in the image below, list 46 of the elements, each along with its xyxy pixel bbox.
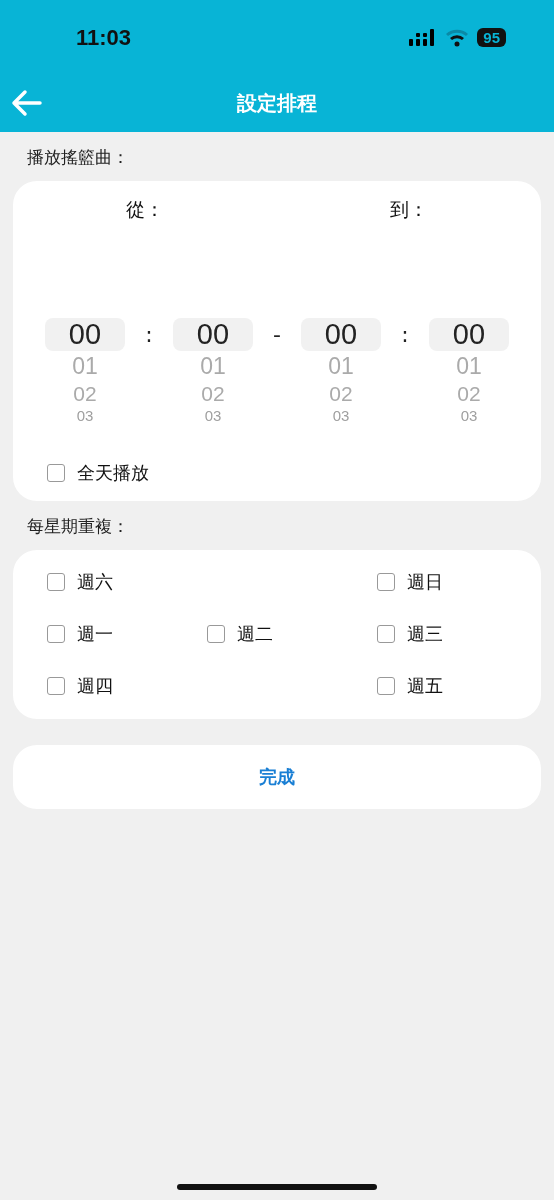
checkbox[interactable] [377,573,395,591]
time-option[interactable]: 02 [45,381,125,407]
time-option[interactable]: 03 [173,407,253,425]
weekday-checkbox-row[interactable]: 週日 [377,570,507,594]
time-option[interactable]: 02 [301,381,381,407]
weekday-checkbox-row[interactable]: 週六 [47,570,207,594]
checkbox[interactable] [207,625,225,643]
checkbox[interactable] [47,464,65,482]
time-option[interactable]: 00 [301,318,381,351]
checkbox[interactable] [377,625,395,643]
weekday-checkbox-row[interactable]: 週二 [207,622,377,646]
weekday-checkbox-row[interactable]: 週一 [47,622,207,646]
time-option[interactable]: 01 [173,351,253,381]
time-separator: : [400,321,410,349]
page-title: 設定排程 [237,90,317,117]
checkbox[interactable] [47,625,65,643]
section-label: 每星期重複： [27,515,130,538]
section-label: 播放搖籃曲： [27,146,130,169]
time-separator: : [144,321,154,349]
weekday-checkbox-row[interactable]: 週三 [377,622,507,646]
from-label: 從： [126,197,164,222]
time-option[interactable]: 02 [429,381,509,407]
battery-level: 95 [477,28,506,47]
time-option[interactable]: 01 [429,351,509,381]
wifi-icon [445,28,470,47]
to-label: 到： [390,197,428,222]
weekday-checkbox-row[interactable]: 週五 [377,674,507,698]
time-separator: - [272,321,282,349]
checkbox[interactable] [377,677,395,695]
checkbox[interactable] [47,677,65,695]
time-option[interactable]: 00 [45,318,125,351]
time-option[interactable]: 01 [301,351,381,381]
time-option[interactable]: 00 [429,318,509,351]
time-option[interactable]: 00 [173,318,253,351]
weekday-checkbox-row[interactable]: 週四 [47,674,207,698]
time-option[interactable]: 03 [45,407,125,425]
back-arrow-icon [10,89,42,117]
status-time: 11:03 [76,24,132,51]
checkbox[interactable] [47,573,65,591]
time-option[interactable]: 03 [301,407,381,425]
all-day-checkbox-row[interactable]: 全天播放 [47,461,507,485]
time-option[interactable]: 02 [173,381,253,407]
time-option[interactable]: 01 [45,351,125,381]
back-button[interactable] [10,89,42,117]
time-option[interactable]: 03 [429,407,509,425]
done-button[interactable]: 完成 [13,745,541,809]
